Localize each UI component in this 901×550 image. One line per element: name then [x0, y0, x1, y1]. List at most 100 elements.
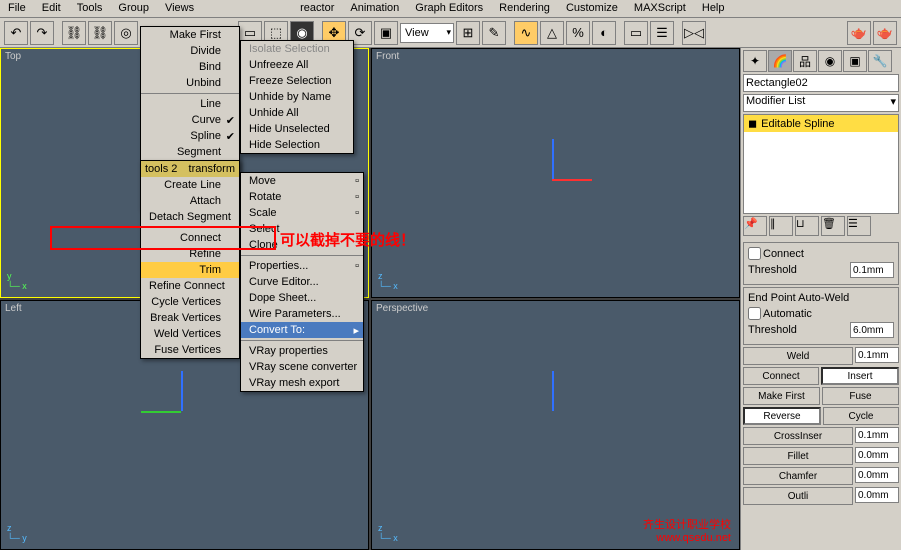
mi-rotate[interactable]: Rotate▫ [241, 189, 363, 205]
mi-breakvertices[interactable]: Break Vertices [141, 310, 239, 326]
mi-unhideall[interactable]: Unhide All [241, 105, 353, 121]
mi-isolate[interactable]: Isolate Selection [241, 41, 353, 57]
menu-views[interactable]: Views [157, 0, 202, 17]
mi-line[interactable]: Line [141, 96, 239, 112]
insert-button[interactable]: Insert [821, 367, 899, 385]
named-sel2-button[interactable]: ☰ [650, 21, 674, 45]
tab-motion[interactable]: ◉ [818, 50, 842, 72]
tab-hierarchy[interactable]: 品 [793, 50, 817, 72]
menu-rendering[interactable]: Customize [558, 0, 626, 17]
chamfer-button[interactable]: Chamfer [743, 467, 853, 485]
connect-threshold-spinner[interactable] [850, 262, 894, 278]
mi-curve[interactable]: Curve✔ [141, 112, 239, 128]
weld-button[interactable]: Weld [743, 347, 853, 365]
pin-stack-button[interactable]: 📌 [743, 216, 767, 236]
refcoord-dropdown[interactable]: View [400, 23, 454, 43]
object-name-field[interactable] [743, 74, 899, 92]
mi-cyclevertices[interactable]: Cycle Vertices [141, 294, 239, 310]
mi-detachsegment[interactable]: Detach Segment [141, 209, 239, 225]
menu-animation[interactable]: Graph Editors [407, 0, 491, 17]
percent-snap-button[interactable]: % [566, 21, 590, 45]
mi-hideselection[interactable]: Hide Selection [241, 137, 353, 153]
scale-button[interactable]: ▣ [374, 21, 398, 45]
mi-weldvertices[interactable]: Weld Vertices [141, 326, 239, 342]
menu-help[interactable] [733, 0, 749, 17]
mi-vraysceneconv[interactable]: VRay scene converter [241, 359, 363, 375]
mi-scale[interactable]: Scale▫ [241, 205, 363, 221]
cycle-button[interactable]: Cycle [823, 407, 899, 425]
menu-tools[interactable]: Tools [69, 0, 111, 17]
mi-attach[interactable]: Attach [141, 193, 239, 209]
bind-button[interactable]: ◎ [114, 21, 138, 45]
unlink-button[interactable]: ⛓ [88, 21, 112, 45]
mi-convertto[interactable]: Convert To:▸ [241, 322, 363, 338]
expand-icon[interactable]: ◼ [748, 117, 757, 130]
chamfer-spinner[interactable] [855, 467, 899, 483]
redo-button[interactable]: ↷ [30, 21, 54, 45]
manip-button[interactable]: ✎ [482, 21, 506, 45]
modifier-list-dropdown[interactable]: Modifier List [743, 94, 899, 112]
weld-spinner[interactable] [855, 347, 899, 363]
unique-button[interactable]: ⊔ [795, 216, 819, 236]
mi-segment[interactable]: Segment [141, 144, 239, 160]
menu-customize[interactable]: MAXScript [626, 0, 694, 17]
tab-modify[interactable]: 🌈 [768, 50, 792, 72]
mi-spline[interactable]: Spline✔ [141, 128, 239, 144]
mi-freezeselection[interactable]: Freeze Selection [241, 73, 353, 89]
viewport-perspective[interactable]: Perspective z└─ x [371, 300, 740, 550]
mi-wireparams[interactable]: Wire Parameters... [241, 306, 363, 322]
outline-button[interactable]: Outli [743, 487, 853, 505]
connect-button[interactable]: Connect [743, 367, 819, 385]
autoweld-threshold-spinner[interactable] [850, 322, 894, 338]
quickrender-button[interactable]: 🫖 [873, 21, 897, 45]
mi-makefirst[interactable]: Make First [141, 27, 239, 43]
tab-create[interactable]: ✦ [743, 50, 767, 72]
crossinsert-button[interactable]: CrossInser [743, 427, 853, 445]
mi-refineconnect[interactable]: Refine Connect [141, 278, 239, 294]
mi-move[interactable]: Move▫ [241, 173, 363, 189]
outline-spinner[interactable] [855, 487, 899, 503]
render-button[interactable]: 🫖 [847, 21, 871, 45]
center-button[interactable]: ⊞ [456, 21, 480, 45]
mi-unfreezeall[interactable]: Unfreeze All [241, 57, 353, 73]
menu-edit[interactable]: Edit [34, 0, 69, 17]
mi-divide[interactable]: Divide [141, 43, 239, 59]
menu-grapheditors[interactable]: Rendering [491, 0, 558, 17]
mi-unhidebyname[interactable]: Unhide by Name [241, 89, 353, 105]
mi-dopesheet[interactable]: Dope Sheet... [241, 290, 363, 306]
link-button[interactable]: ⛓ [62, 21, 86, 45]
stack-editable-spline[interactable]: ◼ Editable Spline [744, 115, 898, 132]
angle-snap-button[interactable]: △ [540, 21, 564, 45]
mi-trim[interactable]: Trim [141, 262, 239, 278]
menu-maxscript[interactable]: Help [694, 0, 733, 17]
fuse-button[interactable]: Fuse [822, 387, 899, 405]
undo-button[interactable]: ↶ [4, 21, 28, 45]
crossinsert-spinner[interactable] [855, 427, 899, 443]
snap-button[interactable]: ∿ [514, 21, 538, 45]
mi-curveeditor[interactable]: Curve Editor... [241, 274, 363, 290]
mi-hideunselected[interactable]: Hide Unselected [241, 121, 353, 137]
menu-character[interactable]: reactor [292, 0, 342, 17]
modifier-stack[interactable]: ◼ Editable Spline [743, 114, 899, 214]
tab-display[interactable]: ▣ [843, 50, 867, 72]
tab-utilities[interactable]: 🔧 [868, 50, 892, 72]
mi-unbind[interactable]: Unbind [141, 75, 239, 91]
mi-vraymeshexport[interactable]: VRay mesh export [241, 375, 363, 391]
menu-group[interactable]: Group [110, 0, 157, 17]
remove-mod-button[interactable]: 🗑 [821, 216, 845, 236]
mirror-button[interactable]: ▷◁ [682, 21, 706, 45]
mi-vrayprops[interactable]: VRay properties [241, 343, 363, 359]
named-sel-button[interactable]: ▭ [624, 21, 648, 45]
show-end-button[interactable]: ∥ [769, 216, 793, 236]
spinner-snap-button[interactable]: ◐ [592, 21, 616, 45]
mi-bind[interactable]: Bind [141, 59, 239, 75]
viewport-front[interactable]: Front z└─ x [371, 48, 740, 298]
connect-checkbox[interactable] [748, 247, 761, 260]
automatic-checkbox[interactable] [748, 307, 761, 320]
menu-file[interactable]: File [0, 0, 34, 17]
reverse-button[interactable]: Reverse [743, 407, 821, 425]
makefirst-button[interactable]: Make First [743, 387, 820, 405]
menu-reactor[interactable]: Animation [342, 0, 407, 17]
config-button[interactable]: ☰ [847, 216, 871, 236]
fillet-spinner[interactable] [855, 447, 899, 463]
